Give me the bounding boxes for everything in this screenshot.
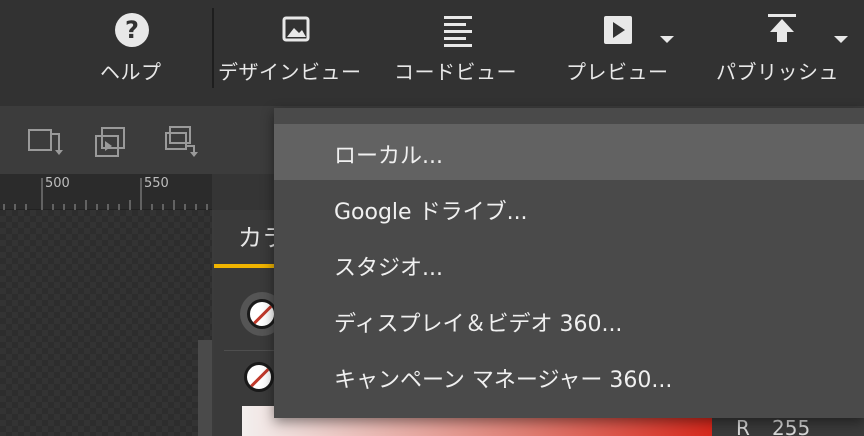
publish-dropdown-menu: ローカル... Google ドライブ... スタジオ... ディスプレイ＆ビデ… xyxy=(274,108,864,418)
layer-stack-icon[interactable] xyxy=(160,124,202,160)
upload-icon xyxy=(768,14,796,42)
publish-label: パブリッシュ xyxy=(716,60,839,84)
no-color-icon[interactable] xyxy=(244,362,274,392)
menu-item-campaign-manager-360[interactable]: キャンペーン マネージャー 360... xyxy=(274,348,864,404)
toolbar-divider xyxy=(212,8,214,88)
menu-item-local[interactable]: ローカル... xyxy=(274,124,864,180)
rgb-r-label: R xyxy=(736,416,750,436)
menu-item-label: ローカル... xyxy=(334,144,443,169)
horizontal-ruler: 500 550 xyxy=(0,174,212,210)
canvas-scrollbar[interactable] xyxy=(198,340,212,436)
top-toolbar: ? ヘルプ デザインビュー コードビュー プレビュー パブリッシュ xyxy=(0,0,864,106)
layer-move-icon[interactable] xyxy=(26,124,68,160)
layer-duplicate-icon[interactable] xyxy=(92,124,134,160)
publish-button[interactable]: パブリッシュ xyxy=(712,0,862,106)
chevron-down-icon xyxy=(660,36,674,43)
menu-item-display-video-360[interactable]: ディスプレイ＆ビデオ 360... xyxy=(274,292,864,348)
ruler-ticks xyxy=(3,178,208,210)
rgb-r-value[interactable]: 255 xyxy=(772,416,810,436)
code-lines-icon xyxy=(444,16,472,47)
code-view-label: コードビュー xyxy=(394,60,517,84)
help-circle-icon: ? xyxy=(115,13,149,47)
help-label: ヘルプ xyxy=(100,60,162,84)
design-canvas[interactable] xyxy=(0,210,212,436)
preview-label: プレビュー xyxy=(566,60,669,84)
menu-item-google-drive[interactable]: Google ドライブ... xyxy=(274,180,864,236)
active-tab-indicator xyxy=(214,264,274,268)
menu-item-label: ディスプレイ＆ビデオ 360... xyxy=(334,312,623,337)
no-color-icon[interactable] xyxy=(247,299,277,329)
help-button[interactable]: ? ヘルプ xyxy=(96,0,176,106)
menu-item-label: キャンペーン マネージャー 360... xyxy=(334,368,673,393)
image-icon xyxy=(282,16,310,42)
preview-button[interactable]: プレビュー xyxy=(560,0,680,106)
svg-text:?: ? xyxy=(125,16,139,44)
ruler-label: 500 xyxy=(45,176,70,191)
menu-item-studio[interactable]: スタジオ... xyxy=(274,236,864,292)
menu-item-label: スタジオ... xyxy=(334,256,443,281)
menu-item-label: Google ドライブ... xyxy=(334,200,528,225)
divider xyxy=(224,350,274,351)
code-view-button[interactable]: コードビュー xyxy=(390,0,526,106)
play-icon xyxy=(604,16,632,44)
design-view-button[interactable]: デザインビュー xyxy=(218,0,374,106)
design-view-label: デザインビュー xyxy=(218,60,362,84)
chevron-down-icon xyxy=(834,36,848,43)
ruler-label: 550 xyxy=(144,176,169,191)
